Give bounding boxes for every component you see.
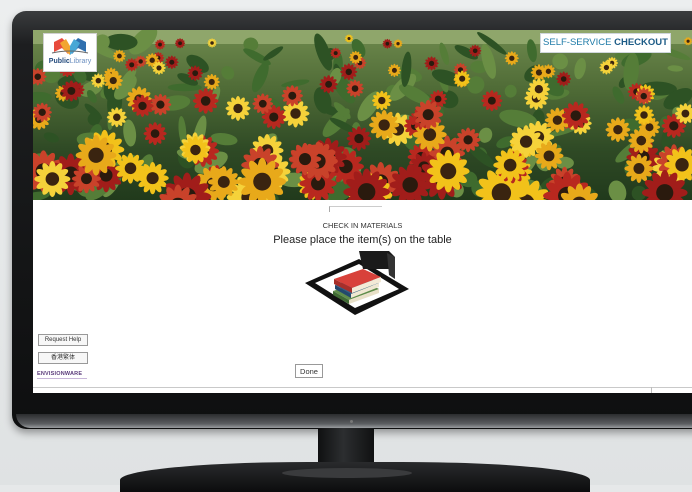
library-logo-text: PublicLibrary xyxy=(44,58,96,65)
done-button[interactable]: Done xyxy=(295,364,323,378)
page-title-bold: CHECKOUT xyxy=(614,37,668,48)
logo-text-light: Library xyxy=(69,58,92,65)
page-title: SELF-SERVICE CHECKOUT xyxy=(540,33,671,53)
power-indicator xyxy=(350,420,353,423)
kiosk-screen: PublicLibrary SELF-SERVICE CHECKOUT CHEC… xyxy=(33,30,692,393)
request-help-button[interactable]: Request Help xyxy=(38,334,88,346)
screen-bottom-edge xyxy=(33,387,692,388)
book-scanner-icon xyxy=(305,251,409,315)
monitor-bezel-edge xyxy=(16,414,692,428)
sunflower-field-image xyxy=(33,30,692,200)
sunflower-banner: PublicLibrary SELF-SERVICE CHECKOUT xyxy=(33,30,692,200)
open-book-icon xyxy=(51,38,89,55)
screen-edge-tick xyxy=(651,387,652,393)
page-title-light: SELF-SERVICE xyxy=(543,37,615,48)
monitor-stand-foot xyxy=(282,468,412,478)
monitor-stand-neck xyxy=(318,428,374,466)
vendor-logo: ENVISIONWARE xyxy=(37,371,83,377)
instruction-text: Please place the item(s) on the table xyxy=(273,234,452,246)
library-logo: PublicLibrary xyxy=(43,33,97,72)
section-title: CHECK IN MATERIALS xyxy=(322,221,403,230)
progress-indicator xyxy=(329,206,382,212)
language-button[interactable]: 香港繁体 xyxy=(38,352,88,364)
vendor-underline xyxy=(37,378,87,379)
logo-text-bold: Public xyxy=(48,58,70,65)
